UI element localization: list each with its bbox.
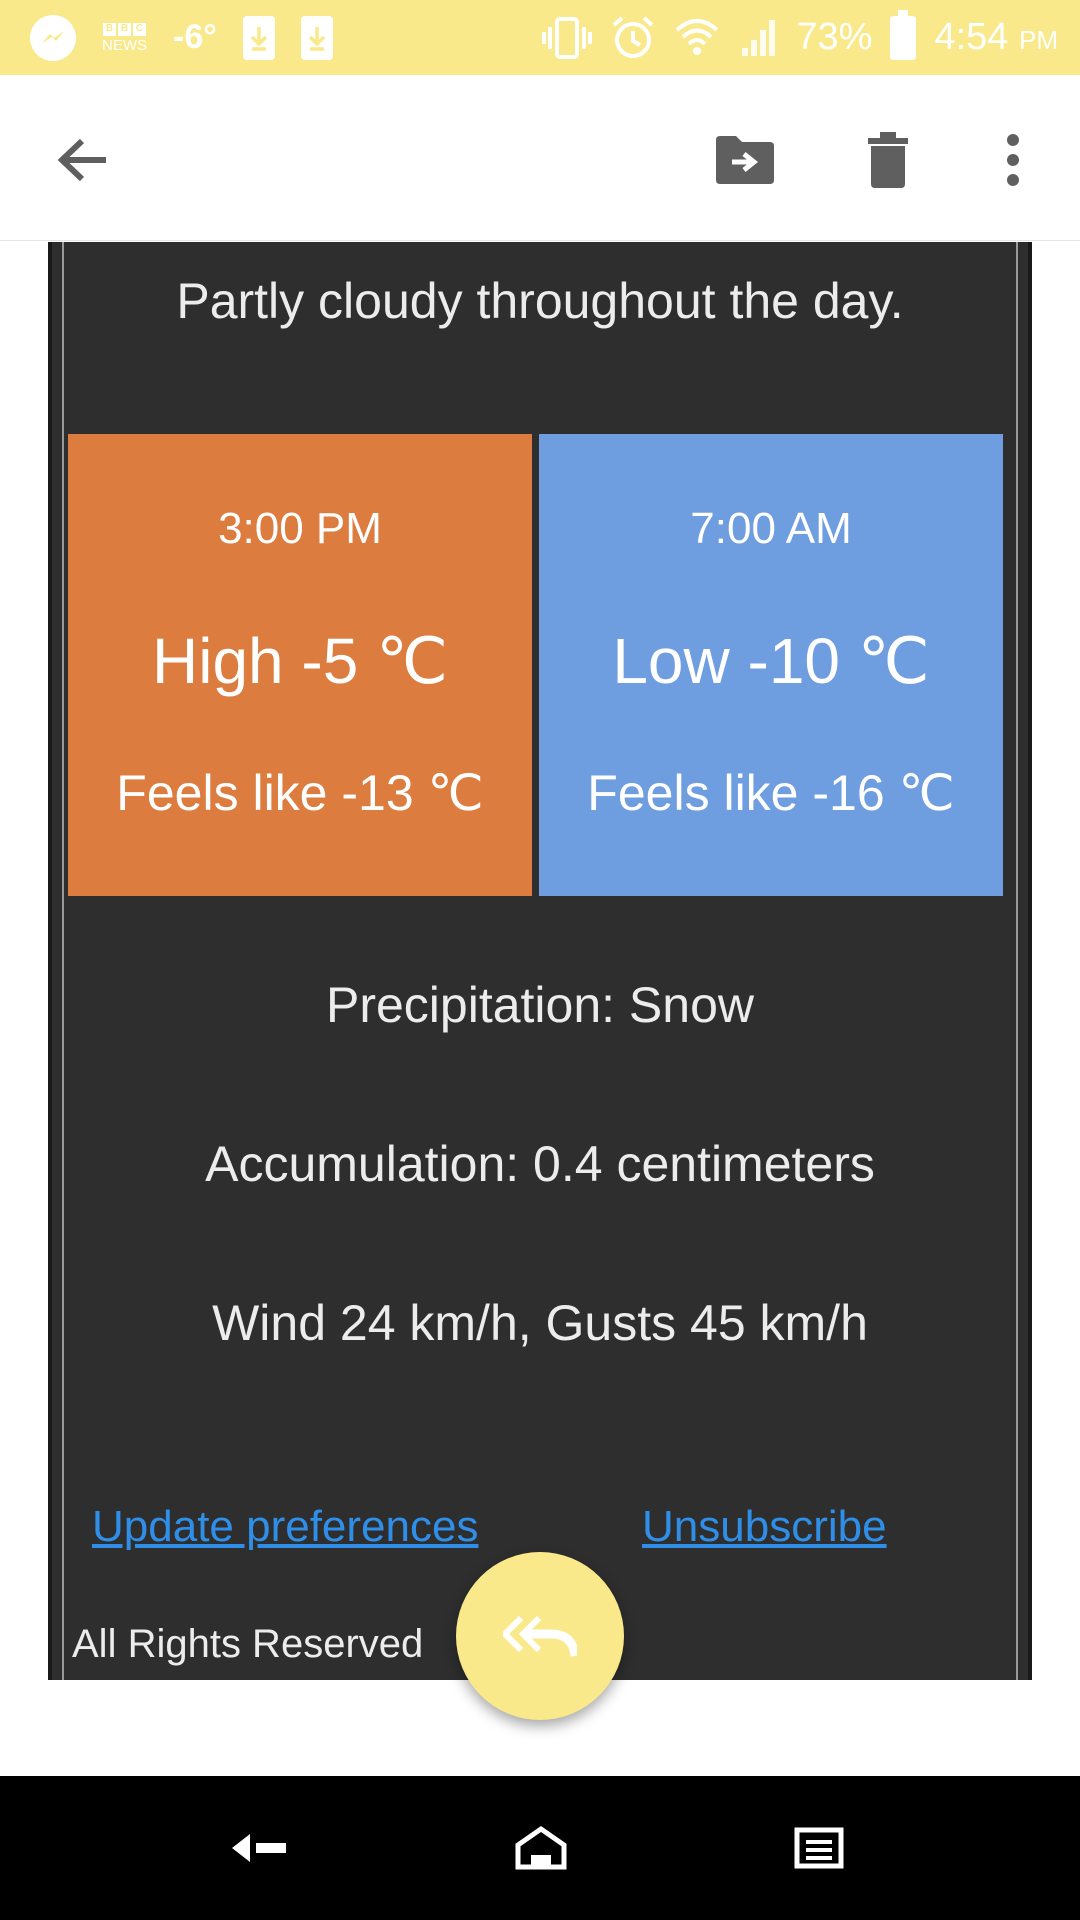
alarm-icon: [613, 15, 654, 58]
clock-time: 4:54: [934, 16, 1009, 58]
app-bar: [0, 75, 1080, 241]
bbc-news-label: NEWS: [102, 36, 147, 54]
temperature-indicator: -6°: [173, 18, 217, 56]
low-time: 7:00 AM: [690, 504, 852, 553]
unsubscribe-link[interactable]: Unsubscribe: [642, 1502, 887, 1552]
status-bar: BBC NEWS -6° 73% 4:54 PM: [0, 0, 1080, 75]
clock-ampm: PM: [1019, 25, 1058, 55]
recents-icon: [794, 1827, 844, 1869]
clock: 4:54 PM: [934, 16, 1058, 59]
low-temp: Low -10 ℃: [612, 625, 930, 697]
wind: Wind 24 km/h, Gusts 45 km/h: [212, 1295, 868, 1351]
nav-back-button[interactable]: [215, 1806, 305, 1890]
update-preferences-link[interactable]: Update preferences: [92, 1502, 478, 1552]
bbc-news-icon: BBC NEWS: [102, 22, 147, 54]
reply-all-icon: [503, 1615, 577, 1657]
high-temp: High -5 ℃: [152, 625, 448, 697]
trash-icon: [868, 132, 908, 188]
vibrate-icon: [542, 16, 593, 59]
precipitation: Precipitation: Snow: [325, 977, 754, 1033]
messenger-icon: [30, 14, 76, 61]
move-to-folder-icon: [716, 136, 774, 184]
nav-recents-button[interactable]: [774, 1806, 864, 1890]
weather-summary: Partly cloudy throughout the day.: [176, 273, 904, 329]
battery-icon: [890, 9, 917, 60]
more-options-button[interactable]: [968, 115, 1058, 205]
signal-icon: [742, 19, 776, 56]
wifi-icon: [676, 18, 719, 55]
accumulation: Accumulation: 0.4 centimeters: [205, 1136, 875, 1192]
back-arrow-icon: [57, 138, 106, 182]
high-temp-card: 3:00 PM High -5 ℃ Feels like -13 ℃: [68, 434, 532, 896]
download-icon: [242, 15, 275, 60]
download-icon: [300, 15, 333, 60]
nav-home-button[interactable]: [496, 1806, 586, 1890]
reply-all-button[interactable]: [456, 1552, 624, 1720]
delete-button[interactable]: [843, 115, 933, 205]
high-time: 3:00 PM: [218, 504, 382, 553]
frame-border: [62, 242, 64, 1680]
more-vert-icon: [1007, 134, 1019, 186]
frame-border: [1016, 242, 1018, 1680]
high-feels-like: Feels like -13 ℃: [116, 765, 484, 821]
low-temp-card: 7:00 AM Low -10 ℃ Feels like -16 ℃: [539, 434, 1003, 896]
nav-back-icon: [232, 1834, 286, 1862]
email-body: Partly cloudy throughout the day. 3:00 P…: [48, 242, 1032, 1680]
back-button[interactable]: [38, 115, 128, 205]
home-icon: [515, 1825, 567, 1870]
move-to-button[interactable]: [700, 115, 790, 205]
battery-percent: 73%: [796, 16, 873, 58]
footer-text: All Rights Reserved: [72, 1622, 424, 1666]
navigation-bar: [0, 1776, 1080, 1920]
low-feels-like: Feels like -16 ℃: [587, 765, 955, 821]
